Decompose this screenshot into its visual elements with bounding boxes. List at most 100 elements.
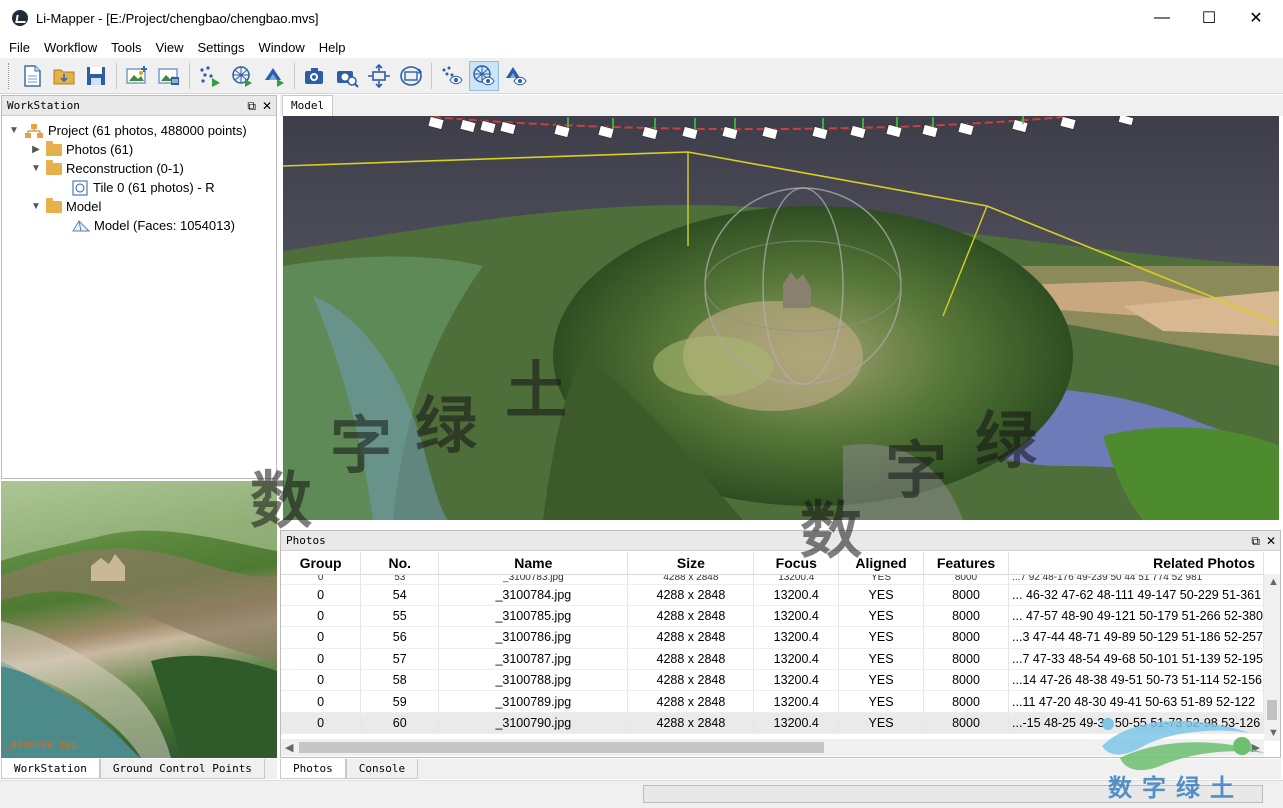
- menu-view[interactable]: View: [151, 40, 189, 55]
- show-texture-button[interactable]: [501, 61, 531, 91]
- cell-aligned: YES: [838, 669, 924, 692]
- tab-console[interactable]: Console: [345, 759, 419, 779]
- maximize-button[interactable]: ☐: [1186, 0, 1232, 36]
- tree-item-photos[interactable]: ▶ Photos (61): [30, 140, 133, 159]
- project-icon: [25, 123, 43, 138]
- scroll-up-icon[interactable]: ▲: [1268, 576, 1279, 588]
- tree-item-tile[interactable]: Tile 0 (61 photos) - R: [72, 178, 215, 197]
- camera-settings-button[interactable]: [300, 61, 330, 91]
- tree-item-project[interactable]: ▼ Project (61 photos, 488000 points): [8, 121, 247, 140]
- rotate-view-button[interactable]: [396, 61, 426, 91]
- toolbar-grip[interactable]: [8, 62, 12, 89]
- cell-name: _3100790.jpg: [438, 712, 629, 735]
- table-row[interactable]: 0 58 _3100788.jpg 4288 x 2848 13200.4 YES 8000…: [281, 669, 1264, 692]
- cell-no: 53: [360, 574, 440, 585]
- collapse-arrow-icon[interactable]: ▼: [30, 201, 42, 212]
- save-project-button[interactable]: [81, 61, 111, 91]
- cell-size: 4288 x 2848: [627, 669, 755, 692]
- watermark-char: 绿: [975, 404, 1038, 477]
- float-panel-icon[interactable]: ⧉: [247, 99, 256, 113]
- cell-group: 0: [281, 648, 362, 671]
- cell-features: 8000: [923, 574, 1010, 585]
- scroll-left-icon[interactable]: ◀: [285, 741, 293, 754]
- fit-view-icon: [368, 63, 390, 88]
- collapse-arrow-icon[interactable]: ▼: [8, 125, 20, 136]
- fit-view-button[interactable]: [364, 61, 394, 91]
- column-header-group[interactable]: Group: [281, 552, 362, 575]
- tree-item-model-folder[interactable]: ▼ Model: [30, 197, 101, 216]
- rotate-view-icon: [400, 65, 423, 86]
- float-panel-icon[interactable]: ⧉: [1251, 534, 1260, 548]
- cell-aligned: YES: [838, 605, 924, 628]
- menu-settings[interactable]: Settings: [192, 40, 249, 55]
- tab-ground-control-points[interactable]: Ground Control Points: [99, 759, 265, 779]
- table-header-row: Group No. Name Size Focus Aligned Featur…: [281, 552, 1264, 575]
- tree-item-label: Project (61 photos, 488000 points): [48, 123, 247, 138]
- column-header-size[interactable]: Size: [627, 552, 755, 575]
- column-header-related-photos[interactable]: Related Photos: [1008, 552, 1264, 575]
- show-mesh-button[interactable]: [469, 60, 499, 91]
- import-photos-button[interactable]: [154, 61, 184, 91]
- table-row[interactable]: 0 54 _3100784.jpg 4288 x 2848 13200.4 YES 8000…: [281, 584, 1264, 606]
- cell-group: 0: [281, 690, 362, 713]
- tab-workstation[interactable]: WorkStation: [1, 759, 100, 779]
- open-project-button[interactable]: [49, 61, 79, 91]
- title-bar: Li-Mapper - [E:/Project/chengbao/chengba…: [0, 0, 1283, 36]
- folder-icon: [46, 140, 62, 156]
- cell-focus: 13200.4: [753, 574, 840, 585]
- minimize-button[interactable]: —: [1139, 0, 1185, 36]
- new-project-icon: [24, 64, 41, 87]
- cell-no: 60: [360, 712, 440, 735]
- tree-item-reconstruction[interactable]: ▼ Reconstruction (0-1): [30, 159, 184, 178]
- table-row[interactable]: 0 56 _3100786.jpg 4288 x 2848 13200.4 YES 8000…: [281, 626, 1264, 649]
- cell-related-photos: ...7 47-33 48-54 49-68 50-101 51-139 52-…: [1008, 648, 1264, 671]
- workstation-panel-title: WorkStation: [7, 99, 80, 112]
- menu-workflow[interactable]: Workflow: [39, 40, 102, 55]
- table-row[interactable]: 0 55 _3100785.jpg 4288 x 2848 13200.4 YES 8000…: [281, 605, 1264, 628]
- model-tab-bar: Model: [280, 95, 1283, 116]
- cell-aligned: YES: [838, 712, 924, 735]
- build-texture-button[interactable]: [259, 61, 289, 91]
- tree-item-model[interactable]: Model (Faces: 1054013): [72, 216, 235, 235]
- close-button[interactable]: ✕: [1233, 0, 1279, 36]
- column-header-features[interactable]: Features: [923, 552, 1010, 575]
- table-row[interactable]: 0 57 _3100787.jpg 4288 x 2848 13200.4 YES 8000…: [281, 648, 1264, 671]
- expand-arrow-icon[interactable]: ▶: [30, 144, 42, 155]
- cell-size: 4288 x 2848: [627, 648, 755, 671]
- show-texture-icon: [506, 66, 527, 85]
- align-photos-button[interactable]: [195, 61, 225, 91]
- menu-help[interactable]: Help: [314, 40, 351, 55]
- close-panel-icon[interactable]: ✕: [262, 99, 272, 113]
- tree-item-label: Reconstruction (0-1): [66, 161, 184, 176]
- cell-no: 54: [360, 584, 440, 606]
- watermark-char: 数: [250, 464, 313, 537]
- cell-aligned: YES: [838, 626, 924, 649]
- menu-tools[interactable]: Tools: [106, 40, 146, 55]
- watermark-char: 字: [885, 434, 948, 507]
- show-points-button[interactable]: [437, 61, 467, 91]
- tree-item-label: Model: [66, 199, 102, 214]
- cell-name: _3100786.jpg: [438, 626, 629, 649]
- toolbar-separator: [431, 62, 432, 89]
- camera-search-button[interactable]: [332, 61, 362, 91]
- cell-features: 8000: [923, 605, 1010, 628]
- close-panel-icon[interactable]: ✕: [1266, 534, 1276, 548]
- photos-table: Group No. Name Size Focus Aligned Featur…: [281, 552, 1264, 735]
- tab-photos[interactable]: Photos: [280, 759, 346, 779]
- new-project-button[interactable]: [17, 61, 47, 91]
- add-photos-button[interactable]: [122, 61, 152, 91]
- tab-model[interactable]: Model: [282, 95, 334, 116]
- menu-window[interactable]: Window: [253, 40, 309, 55]
- column-header-no[interactable]: No.: [360, 552, 440, 575]
- collapse-arrow-icon[interactable]: ▼: [30, 163, 42, 174]
- build-mesh-button[interactable]: [227, 61, 257, 91]
- menu-file[interactable]: File: [4, 40, 35, 55]
- table-row[interactable]: 0 53 _3100783.jpg 4288 x 2848 13200.4 YES 8000…: [281, 574, 1264, 585]
- cell-focus: 13200.4: [753, 605, 840, 628]
- cell-group: 0: [281, 626, 362, 649]
- horizontal-scroll-thumb[interactable]: [299, 742, 824, 753]
- cell-group: 0: [281, 574, 362, 585]
- cell-features: 8000: [923, 648, 1010, 671]
- column-header-name[interactable]: Name: [438, 552, 629, 575]
- toolbar-separator: [116, 62, 117, 89]
